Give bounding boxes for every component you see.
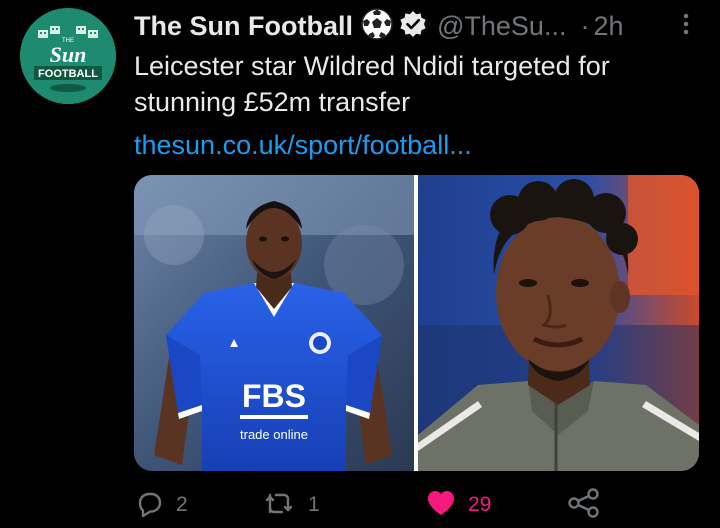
reply-button[interactable]: 2	[134, 488, 188, 522]
article-link[interactable]: thesun.co.uk/sport/football...	[134, 130, 472, 161]
tweet-text-line-2: stunning £52m transfer	[134, 87, 411, 117]
retweet-icon	[262, 488, 296, 523]
tweet-actions: 2 1 29	[0, 482, 720, 528]
verified-badge-icon	[399, 10, 427, 43]
share-button[interactable]	[567, 487, 601, 524]
author-handle[interactable]: @TheSu...	[437, 11, 566, 42]
logo-sun-text: Sun	[50, 42, 87, 67]
player-photo-right[interactable]	[418, 175, 699, 471]
retweet-button[interactable]: 1	[262, 488, 320, 522]
player-photo-left[interactable]: FBS trade online	[134, 175, 414, 471]
like-count: 29	[468, 493, 492, 516]
tweet-text-line-1: Leicester star Wildred Ndidi targeted fo…	[134, 51, 610, 81]
avatar[interactable]: THE Sun FOOTBALL	[20, 8, 116, 104]
tweet-media[interactable]: FBS trade online	[134, 175, 699, 471]
tweet-text: Leicester star Wildred Ndidi targeted fo…	[134, 48, 694, 120]
shirt-sponsor-text: FBS	[242, 378, 306, 414]
like-button[interactable]: 29	[426, 488, 491, 522]
separator-dot: ·	[580, 10, 590, 41]
more-options-icon[interactable]	[676, 10, 696, 40]
logo-football-text: FOOTBALL	[38, 68, 98, 80]
share-icon	[567, 487, 601, 524]
tweet[interactable]: THE Sun FOOTBALL The Sun Football @TheSu…	[0, 0, 720, 528]
reply-count: 2	[176, 493, 188, 516]
heart-icon	[426, 489, 456, 522]
soccer-ball-emoji-icon	[361, 7, 393, 45]
author-name[interactable]: The Sun Football	[134, 11, 353, 42]
reply-icon	[134, 488, 164, 523]
tweet-header: The Sun Football @TheSu... · 2h	[134, 6, 624, 46]
retweet-count: 1	[308, 493, 320, 516]
timestamp[interactable]: 2h	[593, 11, 623, 42]
shirt-sponsor-subtext: trade online	[240, 427, 308, 442]
the-sun-football-logo: THE Sun FOOTBALL	[20, 8, 116, 104]
